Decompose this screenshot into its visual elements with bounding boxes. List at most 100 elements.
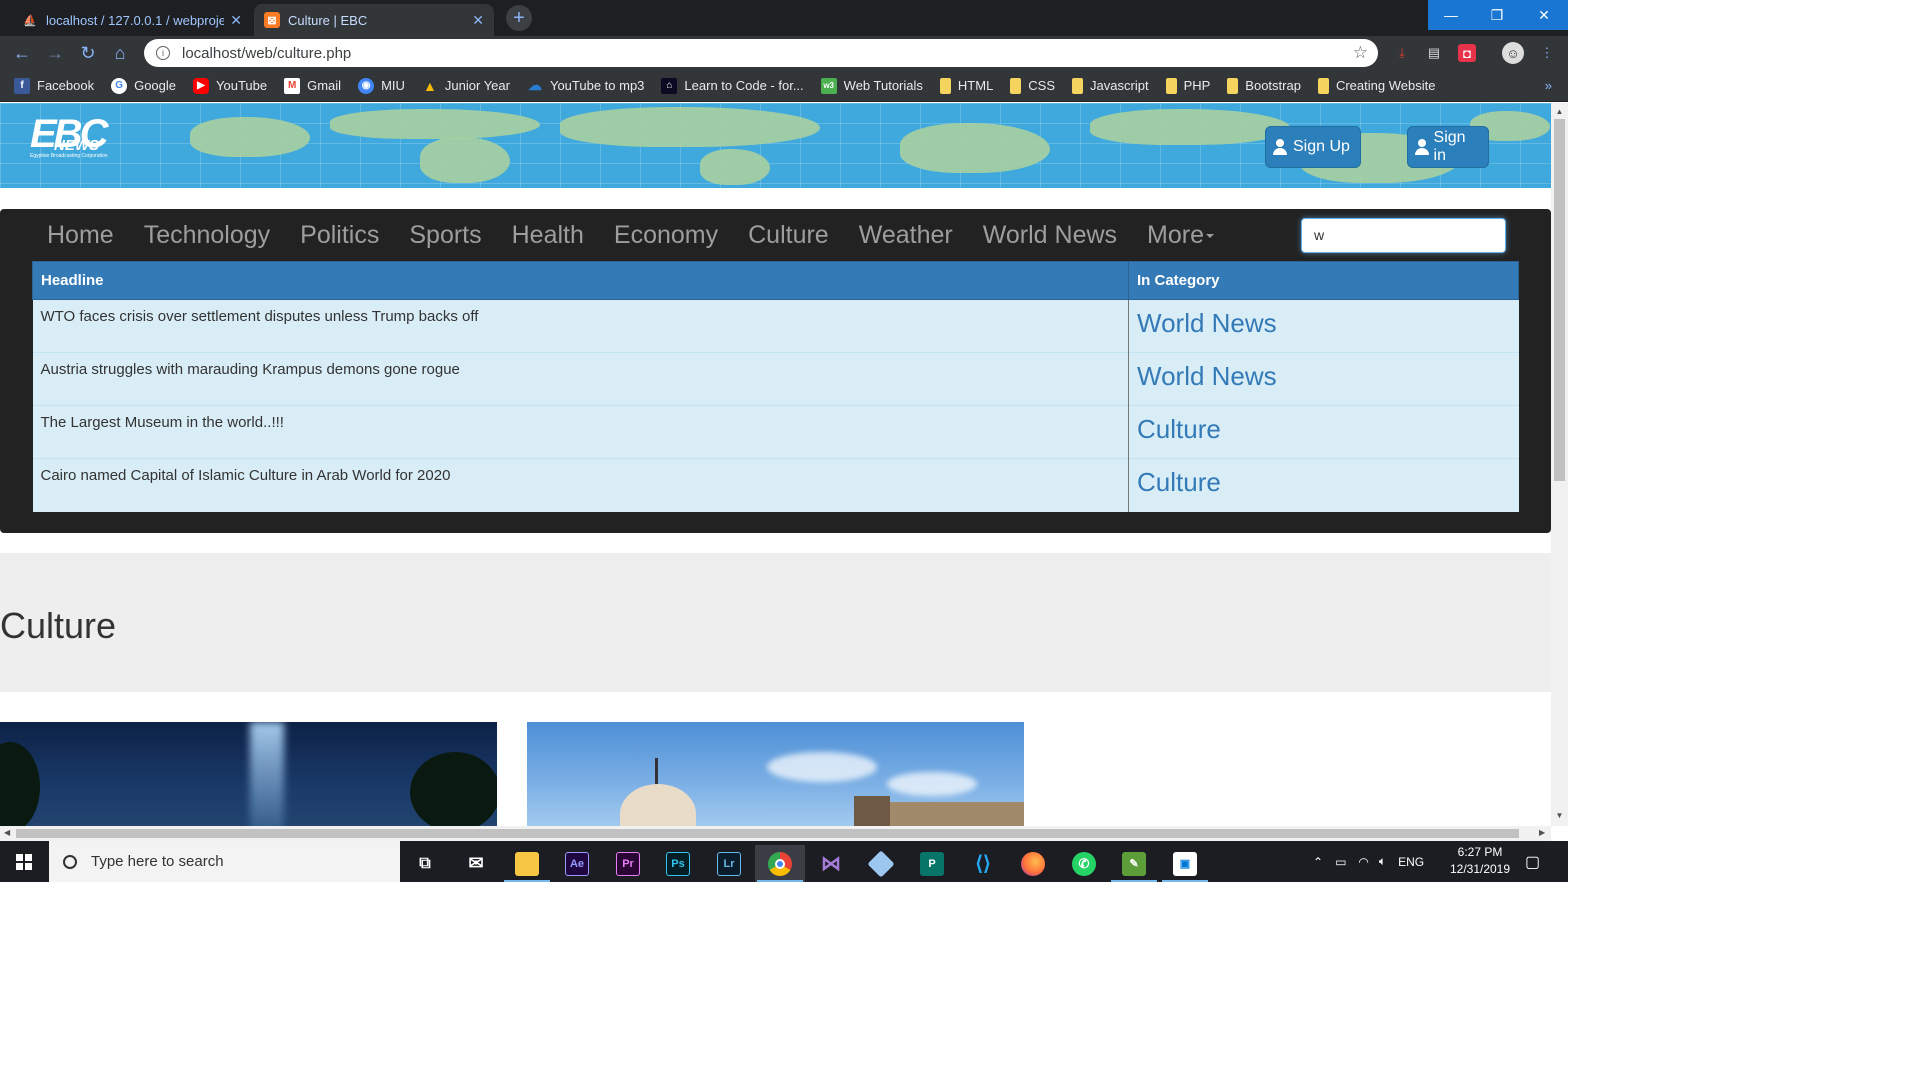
windows-icon — [16, 853, 32, 870]
nav-world-news[interactable]: World News — [968, 221, 1132, 250]
nav-technology[interactable]: Technology — [129, 221, 285, 250]
tab-phpmyadmin[interactable]: ⛵ localhost / 127.0.0.1 / webproject ✕ — [12, 4, 252, 36]
visual-studio-app[interactable]: ⋈ — [806, 845, 856, 882]
scroll-up-icon[interactable]: ▲ — [1551, 107, 1568, 116]
new-tab-button[interactable]: + — [506, 5, 532, 31]
taskbar-clock[interactable]: 6:27 PM 12/31/2019 — [1440, 844, 1520, 878]
3d-viewer-app[interactable] — [856, 845, 906, 882]
nav-economy[interactable]: Economy — [599, 221, 733, 250]
start-button[interactable] — [0, 841, 48, 882]
image-editor-app[interactable]: ✎ — [1109, 845, 1159, 882]
vscode-app[interactable]: ⟨⟩ — [958, 845, 1008, 882]
extension-icon[interactable]: ▤ — [1425, 44, 1443, 62]
bookmark-miu[interactable]: ◉ MIU — [358, 77, 405, 94]
close-window-button[interactable]: ✕ — [1520, 0, 1568, 30]
firefox-app[interactable] — [1008, 845, 1058, 882]
scroll-thumb[interactable] — [1554, 119, 1565, 481]
photoshop-app[interactable]: Ps — [653, 845, 703, 882]
bookmark-youtube[interactable]: ▶ YouTube — [193, 77, 267, 94]
nav-more-dropdown[interactable]: More — [1132, 221, 1229, 250]
pocket-icon[interactable]: ◘ — [1458, 44, 1476, 62]
premiere-app[interactable]: Pr — [603, 845, 653, 882]
table-row: Cairo named Capital of Islamic Culture i… — [32, 458, 1519, 512]
bookmark-label: YouTube to mp3 — [549, 78, 645, 93]
bookmark-junior-year[interactable]: ▲ Junior Year — [422, 78, 510, 94]
battery-icon[interactable]: ▭ — [1335, 855, 1346, 869]
bookmark-folder-bootstrap[interactable]: Bootstrap — [1227, 77, 1301, 94]
scroll-left-icon[interactable]: ◀ — [4, 828, 10, 837]
bookmark-google[interactable]: G Google — [111, 77, 176, 94]
wifi-icon[interactable]: ◠ — [1358, 855, 1368, 869]
search-input[interactable]: w — [1301, 218, 1506, 253]
category-link[interactable]: World News — [1128, 299, 1519, 353]
taskbar-search[interactable]: Type here to search — [49, 841, 400, 882]
publisher-app[interactable]: P — [907, 845, 957, 882]
task-view-button[interactable]: ⧉ — [400, 845, 450, 882]
lightroom-app[interactable]: Lr — [704, 845, 754, 882]
folder-icon — [939, 77, 951, 94]
headline-cell[interactable]: Austria struggles with marauding Krampus… — [32, 352, 1129, 406]
reload-icon[interactable]: ↻ — [77, 42, 99, 64]
nav-sports[interactable]: Sports — [394, 221, 496, 250]
article-image-night-fountain[interactable] — [0, 722, 497, 826]
profile-avatar[interactable]: ☺ — [1502, 42, 1524, 64]
vertical-scrollbar[interactable]: ▲ ▼ — [1551, 103, 1568, 826]
close-tab-icon[interactable]: ✕ — [230, 12, 242, 29]
article-image-cairo-mosque[interactable] — [527, 722, 1024, 826]
url-text[interactable]: localhost/web/culture.php — [182, 45, 1353, 62]
show-hidden-icons[interactable]: ⌃ — [1313, 855, 1323, 869]
nav-home[interactable]: Home — [32, 221, 129, 250]
menu-dots-icon[interactable]: ⋮ — [1538, 44, 1556, 62]
close-tab-icon[interactable]: ✕ — [472, 12, 484, 29]
notifications-button[interactable]: ▢ — [1525, 841, 1540, 882]
pdf-extension-icon[interactable]: ⤓ — [1393, 44, 1411, 62]
scroll-right-icon[interactable]: ▶ — [1539, 828, 1545, 837]
language-indicator[interactable]: ENG — [1398, 855, 1424, 869]
sign-in-button[interactable]: Sign in — [1407, 126, 1489, 168]
light-beam — [250, 722, 284, 826]
sign-up-button[interactable]: Sign Up — [1265, 126, 1361, 168]
bookmark-folder-html[interactable]: HTML — [939, 77, 993, 94]
bookmark-star-icon[interactable]: ☆ — [1353, 43, 1368, 63]
headline-cell[interactable]: The Largest Museum in the world..!!! — [32, 405, 1129, 459]
file-explorer-app[interactable] — [502, 845, 552, 882]
info-icon[interactable]: i — [156, 46, 170, 60]
bookmark-gmail[interactable]: M Gmail — [284, 77, 341, 94]
ebc-news-logo[interactable]: EBC NEWS Egyptian Broadcasting Corporati… — [30, 114, 108, 159]
category-link[interactable]: Culture — [1128, 458, 1519, 512]
bookmark-freecodecamp[interactable]: ⌂ Learn to Code - for... — [661, 77, 804, 94]
headline-cell[interactable]: Cairo named Capital of Islamic Culture i… — [32, 458, 1129, 512]
bookmark-youtube-to-mp3[interactable]: ☁ YouTube to mp3 — [527, 77, 645, 94]
back-icon[interactable]: ← — [11, 42, 33, 64]
after-effects-app[interactable]: Ae — [552, 845, 602, 882]
category-link[interactable]: Culture — [1128, 405, 1519, 459]
scroll-thumb[interactable] — [16, 829, 1519, 838]
more-bookmarks-icon[interactable]: » — [1545, 78, 1552, 93]
bookmark-folder-php[interactable]: PHP — [1165, 77, 1210, 94]
chrome-app[interactable] — [755, 845, 805, 882]
volume-icon[interactable]: 🔈︎ — [1379, 854, 1386, 869]
home-icon[interactable]: ⌂ — [109, 42, 131, 64]
horizontal-scrollbar[interactable]: ◀ ▶ — [0, 826, 1551, 841]
nav-health[interactable]: Health — [497, 221, 599, 250]
nav-culture[interactable]: Culture — [733, 221, 844, 250]
nav-politics[interactable]: Politics — [285, 221, 394, 250]
photos-app[interactable]: ▣ — [1160, 845, 1210, 882]
nav-weather[interactable]: Weather — [844, 221, 968, 250]
address-bar[interactable]: i localhost/web/culture.php ☆ — [144, 39, 1378, 67]
restore-button[interactable]: ❐ — [1474, 0, 1520, 30]
tab-culture-ebc[interactable]: ⊠ Culture | EBC ✕ — [254, 4, 494, 36]
headline-cell[interactable]: WTO faces crisis over settlement dispute… — [32, 299, 1129, 353]
bookmark-folder-css[interactable]: CSS — [1010, 77, 1055, 94]
bookmark-facebook[interactable]: f Facebook — [14, 77, 94, 94]
bookmark-folder-javascript[interactable]: Javascript — [1072, 77, 1149, 94]
mail-app[interactable]: ✉ — [451, 845, 501, 882]
bookmark-label: Learn to Code - for... — [684, 78, 804, 93]
category-link[interactable]: World News — [1128, 352, 1519, 406]
minimize-button[interactable]: — — [1428, 0, 1474, 30]
forward-icon[interactable]: → — [44, 42, 66, 64]
bookmark-web-tutorials[interactable]: w3 Web Tutorials — [820, 77, 923, 94]
scroll-down-icon[interactable]: ▼ — [1551, 811, 1568, 820]
whatsapp-app[interactable]: ✆ — [1059, 845, 1109, 882]
bookmark-folder-creating-website[interactable]: Creating Website — [1317, 77, 1435, 94]
